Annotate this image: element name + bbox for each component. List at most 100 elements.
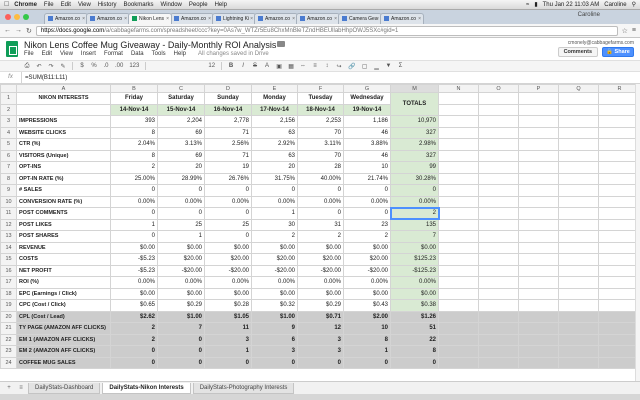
empty-cell[interactable] — [518, 241, 559, 254]
empty-cell[interactable] — [478, 333, 519, 346]
value-cell[interactable]: $20.00 — [251, 253, 298, 266]
value-cell[interactable]: 0 — [204, 207, 252, 220]
sheet-tab-dashboard[interactable]: DailyStats-Dashboard — [28, 383, 101, 394]
value-cell[interactable]: 70 — [297, 126, 344, 139]
value-cell[interactable]: 0 — [110, 345, 158, 358]
row-number[interactable]: 1 — [0, 92, 17, 105]
empty-cell[interactable] — [438, 184, 479, 197]
menu-help[interactable]: Help — [174, 51, 186, 57]
bookmark-star-icon[interactable]: ☆ — [622, 27, 628, 35]
value-cell[interactable]: $1.05 — [204, 310, 252, 323]
value-cell[interactable]: $0.00 — [297, 241, 344, 254]
close-window-icon[interactable] — [5, 14, 11, 20]
value-cell[interactable]: 28 — [297, 161, 344, 174]
day-header[interactable]: Friday — [110, 92, 158, 105]
value-cell[interactable]: 0 — [157, 333, 205, 346]
metric-label[interactable]: REVENUE — [16, 241, 111, 254]
mac-menu-app[interactable]: Chrome — [14, 2, 37, 8]
value-cell[interactable]: 0.00% — [110, 195, 158, 208]
total-cell[interactable]: 0 — [390, 184, 439, 197]
value-cell[interactable]: 2.92% — [251, 138, 298, 151]
metric-label[interactable]: CTR (%) — [16, 138, 111, 151]
valign-icon[interactable]: ↕ — [324, 63, 330, 69]
value-cell[interactable]: -$20.00 — [204, 264, 252, 277]
menu-insert[interactable]: Insert — [81, 51, 96, 57]
value-cell[interactable]: 0 — [157, 356, 205, 369]
empty-cell[interactable] — [438, 172, 479, 185]
value-cell[interactable]: 2,778 — [204, 115, 252, 128]
browser-tab[interactable]: Amazon.co × — [44, 13, 88, 24]
value-cell[interactable]: $0.29 — [157, 299, 205, 312]
column-header[interactable]: G — [343, 84, 391, 93]
value-cell[interactable]: 23 — [343, 218, 391, 231]
empty-cell[interactable] — [558, 276, 599, 289]
empty-cell[interactable] — [558, 149, 599, 162]
empty-cell[interactable] — [478, 299, 519, 312]
totals-header[interactable]: TOTALS — [390, 92, 439, 116]
empty-cell[interactable] — [598, 172, 640, 185]
empty-cell[interactable] — [438, 322, 479, 335]
menu-format[interactable]: Format — [104, 51, 123, 57]
total-cell[interactable]: -$125.23 — [390, 264, 439, 277]
date-cell[interactable]: 17-Nov-14 — [251, 103, 298, 116]
row-number[interactable]: 23 — [0, 345, 17, 358]
value-cell[interactable]: $0.28 — [204, 299, 252, 312]
value-cell[interactable]: $2.00 — [343, 310, 391, 323]
value-cell[interactable]: 25 — [157, 218, 205, 231]
column-header[interactable]: O — [478, 84, 519, 93]
empty-cell[interactable] — [518, 207, 559, 220]
value-cell[interactable]: 0 — [110, 207, 158, 220]
row-number[interactable]: 15 — [0, 253, 17, 266]
row-number[interactable]: 21 — [0, 322, 17, 335]
total-cell[interactable]: 10,970 — [390, 115, 439, 128]
total-cell[interactable]: $0.38 — [390, 299, 439, 312]
value-cell[interactable]: $0.00 — [157, 287, 205, 300]
value-cell[interactable]: 0 — [110, 230, 158, 243]
empty-cell[interactable] — [558, 287, 599, 300]
mac-menu-bookmarks[interactable]: Bookmarks — [124, 2, 154, 8]
value-cell[interactable]: 0.00% — [204, 195, 252, 208]
value-cell[interactable]: 0 — [343, 356, 391, 369]
merge-icon[interactable]: ⇔ — [300, 63, 306, 69]
column-header[interactable]: R — [598, 84, 640, 93]
value-cell[interactable]: 0.00% — [297, 276, 344, 289]
total-cell[interactable]: 0.00% — [390, 195, 439, 208]
empty-cell[interactable] — [438, 92, 479, 105]
empty-cell[interactable] — [598, 230, 640, 243]
empty-cell[interactable] — [598, 149, 640, 162]
selected-total-cell[interactable]: 2 — [389, 206, 440, 220]
value-cell[interactable]: $0.32 — [251, 299, 298, 312]
empty-cell[interactable] — [518, 195, 559, 208]
empty-cell[interactable] — [478, 264, 519, 277]
value-cell[interactable]: 31.75% — [251, 172, 298, 185]
empty-cell[interactable] — [478, 218, 519, 231]
empty-cell[interactable] — [518, 322, 559, 335]
value-cell[interactable]: 0 — [297, 184, 344, 197]
row-number[interactable]: 13 — [0, 230, 17, 243]
value-cell[interactable]: $0.00 — [297, 287, 344, 300]
value-cell[interactable]: 0.00% — [157, 195, 205, 208]
metric-label[interactable]: CPL (Cost / Lead) — [16, 310, 111, 323]
row-number[interactable]: 5 — [0, 138, 17, 151]
user-email[interactable]: cmonely@cabbagefarms.com — [568, 40, 634, 46]
value-cell[interactable]: 8 — [343, 333, 391, 346]
align-icon[interactable]: ≡ — [312, 63, 318, 69]
value-cell[interactable]: 0.00% — [204, 276, 252, 289]
empty-cell[interactable] — [438, 345, 479, 358]
value-cell[interactable]: 0.00% — [157, 276, 205, 289]
value-cell[interactable]: 0.00% — [343, 276, 391, 289]
total-cell[interactable]: 7 — [390, 230, 439, 243]
empty-cell[interactable] — [598, 310, 640, 323]
value-cell[interactable]: 0 — [110, 184, 158, 197]
row-number[interactable]: 8 — [0, 172, 17, 185]
chrome-menu-icon[interactable]: ≡ — [632, 27, 636, 34]
total-cell[interactable]: 0 — [390, 356, 439, 369]
row-number[interactable]: 17 — [0, 276, 17, 289]
close-tab-icon[interactable]: × — [376, 16, 379, 22]
empty-cell[interactable] — [558, 356, 599, 369]
metric-label[interactable]: OPT-INS — [16, 161, 111, 174]
font-size-select[interactable]: 12 — [208, 63, 215, 69]
total-cell[interactable]: 30.28% — [390, 172, 439, 185]
empty-cell[interactable] — [518, 218, 559, 231]
value-cell[interactable]: 3 — [251, 345, 298, 358]
